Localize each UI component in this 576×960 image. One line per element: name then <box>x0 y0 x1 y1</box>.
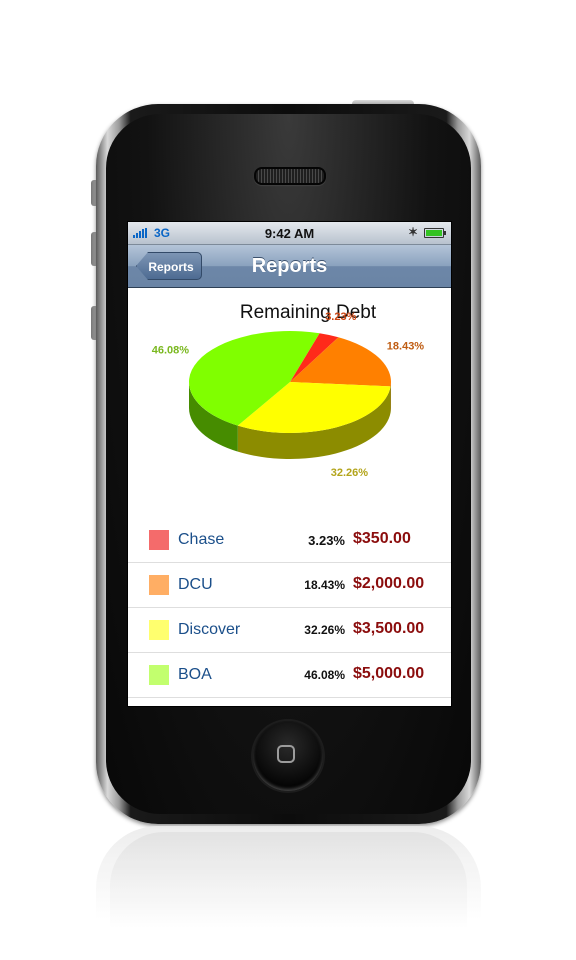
pie-label-boa: 46.08% <box>152 345 190 357</box>
home-square-icon <box>277 745 295 763</box>
color-swatch <box>149 620 169 640</box>
pie-chart: Remaining Debt 3.23%18.43%32.26%46.08% <box>152 302 425 479</box>
account-percent: 18.43% <box>304 578 345 592</box>
account-amount: $3,500.00 <box>353 620 425 637</box>
bluetooth-icon: ✶ <box>408 225 419 239</box>
debt-list: Chase 3.23% $350.00 DCU 18.43% $2,000.00… <box>128 518 451 698</box>
list-item[interactable]: Chase 3.23% $350.00 <box>128 518 451 563</box>
color-swatch <box>149 530 169 550</box>
account-name: DCU <box>178 576 213 593</box>
phone-screen: 3G 9:42 AM ✶ Reports Reports Remaining D… <box>127 221 452 707</box>
list-item[interactable]: BOA 46.08% $5,000.00 <box>128 653 451 698</box>
account-amount: $350.00 <box>353 530 411 547</box>
account-amount: $5,000.00 <box>353 665 425 682</box>
account-percent: 32.26% <box>304 623 345 637</box>
pie-label-chase: 3.23% <box>325 311 356 323</box>
account-name: Discover <box>178 621 241 638</box>
account-percent: 3.23% <box>308 533 345 548</box>
account-percent: 46.08% <box>304 668 345 682</box>
account-name: BOA <box>178 666 212 683</box>
status-time: 9:42 AM <box>264 226 315 241</box>
home-button[interactable] <box>253 721 323 791</box>
list-item[interactable]: DCU 18.43% $2,000.00 <box>128 563 451 608</box>
page-title: Reports <box>251 255 328 277</box>
battery-icon <box>424 228 446 238</box>
pie-label-dcu: 18.43% <box>387 340 425 352</box>
phone-reflection <box>96 826 481 960</box>
earpiece-speaker <box>254 167 326 185</box>
account-amount: $2,000.00 <box>353 575 425 592</box>
navigation-bar: Reports Reports <box>128 245 451 288</box>
status-bar: 3G 9:42 AM ✶ <box>128 222 451 245</box>
list-item[interactable]: Discover 32.26% $3,500.00 <box>128 608 451 653</box>
color-swatch <box>149 575 169 595</box>
account-name: Chase <box>178 531 225 548</box>
color-swatch <box>149 665 169 685</box>
pie-label-discover: 32.26% <box>331 467 369 479</box>
